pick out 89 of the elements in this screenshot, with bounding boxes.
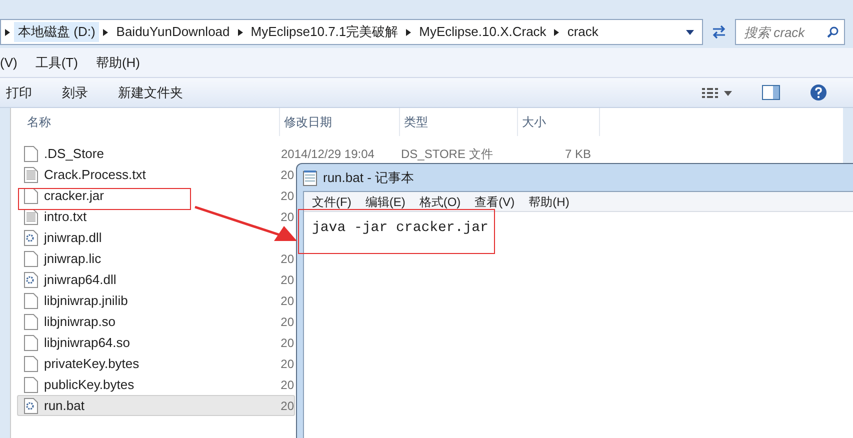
file-icon	[24, 146, 38, 162]
file-name: libjniwrap.so	[44, 312, 116, 331]
menu-item[interactable]: (V)	[0, 52, 18, 72]
file-icon	[24, 292, 38, 308]
file-row[interactable]: jniwrap.lic 20	[17, 248, 295, 269]
file-name: jniwrap.lic	[44, 250, 102, 268]
column-header[interactable]: 大小	[518, 108, 600, 136]
file-date: 20	[280, 272, 294, 288]
file-icon	[24, 334, 38, 350]
file-date: 20	[280, 208, 294, 226]
toolbar-button[interactable]: 刻录	[62, 82, 88, 102]
file-name: jniwrap.dll	[44, 228, 102, 247]
breadcrumb[interactable]: MyEclipse.10.X.Crack	[415, 22, 550, 42]
breadcrumb[interactable]: 本地磁盘 (D:)	[14, 22, 100, 42]
file-date: 20	[280, 314, 294, 330]
file-date: 20	[280, 334, 294, 352]
file-row[interactable]: run.bat 20	[17, 395, 295, 416]
gear-file-icon	[24, 398, 38, 414]
menu-item[interactable]: 查看(V)	[474, 192, 515, 210]
menu-item[interactable]: 文件(F)	[312, 192, 352, 210]
file-icon	[24, 356, 38, 372]
file-icon	[24, 314, 38, 330]
file-row[interactable]: libjniwrap.so 20	[17, 311, 295, 332]
file-date: 20	[280, 376, 294, 394]
file-name: jniwrap64.dll	[44, 270, 116, 289]
help-icon[interactable]	[810, 84, 827, 101]
file-name: libjniwrap64.so	[44, 334, 130, 352]
chevron-icon	[554, 28, 560, 36]
column-header[interactable]: 修改日期	[280, 108, 400, 136]
file-date: 2014/12/29 19:04	[281, 146, 376, 162]
file-row[interactable]: publicKey.bytes 20	[17, 374, 295, 395]
breadcrumb[interactable]: crack	[563, 22, 602, 42]
file-name: Crack.Process.txt	[44, 166, 146, 184]
text-content[interactable]: java -jar cracker.jar	[312, 220, 488, 236]
menu-item[interactable]: 格式(O)	[419, 192, 461, 210]
file-name: publicKey.bytes	[44, 376, 134, 394]
file-name: intro.txt	[44, 208, 87, 226]
file-name: run.bat	[44, 396, 84, 415]
file-date: 20	[280, 292, 294, 310]
view-options-icon[interactable]	[702, 86, 732, 98]
preview-pane-icon[interactable]	[762, 85, 780, 100]
file-icon	[24, 250, 38, 266]
file-row[interactable]: jniwrap.dll	[17, 227, 295, 248]
file-name: cracker.jar	[44, 186, 104, 205]
toolbar-button[interactable]: 新建文件夹	[118, 82, 183, 102]
file-name: privateKey.bytes	[44, 354, 140, 373]
breadcrumb[interactable]: MyEclipse10.7.1完美破解	[246, 22, 402, 42]
breadcrumb[interactable]: BaiduYunDownload	[112, 22, 234, 42]
gear-file-icon	[24, 272, 38, 288]
chevron-icon	[406, 28, 412, 36]
file-date: 20	[280, 356, 294, 372]
file-date: 20	[280, 250, 294, 268]
notepad-icon	[303, 170, 317, 186]
file-icon	[24, 376, 38, 392]
menu-item[interactable]: 帮助(H)	[528, 192, 570, 210]
column-header[interactable]: 类型	[400, 108, 518, 136]
refresh-icon[interactable]	[711, 25, 727, 39]
menu-item[interactable]: 编辑(E)	[365, 192, 406, 210]
column-header[interactable]: 名称	[23, 108, 280, 136]
file-row[interactable]: privateKey.bytes 20	[17, 353, 295, 374]
chevron-icon	[5, 28, 10, 36]
file-size: 7 KB	[564, 146, 591, 162]
chevron-icon	[238, 28, 243, 36]
file-row[interactable]: intro.txt 20	[17, 206, 295, 227]
file-name: .DS_Store	[44, 144, 104, 163]
text-file-icon	[24, 208, 38, 224]
file-row[interactable]: .DS_Store 2014/12/29 19:04 DS_STORE 文件 7 KB	[17, 143, 607, 164]
file-row[interactable]: jniwrap64.dll 20	[17, 269, 295, 290]
menu-item[interactable]: 工具(T)	[35, 52, 78, 72]
file-date: 20	[280, 166, 294, 184]
file-date: 20	[280, 398, 294, 414]
chevron-icon	[103, 28, 108, 36]
text-file-icon	[24, 166, 38, 182]
file-type: DS_STORE 文件	[401, 146, 494, 162]
address-bar[interactable]: 本地磁盘 (D:) BaiduYunDownload MyEclipse10.7.1完美破解 MyEclipse.10.X.Crack crack	[0, 19, 703, 45]
file-date: 20	[280, 188, 294, 204]
file-icon	[24, 188, 38, 204]
toolbar-button[interactable]: 打印	[6, 82, 32, 102]
dropdown-icon[interactable]	[686, 30, 694, 34]
file-name: libjniwrap.jnilib	[44, 292, 128, 310]
search-field[interactable]: 搜索 crack	[735, 19, 845, 45]
file-row[interactable]: cracker.jar 20	[17, 185, 295, 206]
menu-item[interactable]: 帮助(H)	[96, 52, 140, 72]
file-row[interactable]: Crack.Process.txt 20	[17, 164, 295, 185]
file-row[interactable]: libjniwrap.jnilib 20	[17, 290, 295, 311]
search-icon	[827, 26, 839, 38]
file-row[interactable]: libjniwrap64.so 20	[17, 332, 295, 353]
window-title: run.bat - 记事本	[323, 168, 414, 187]
gear-file-icon	[24, 230, 38, 246]
